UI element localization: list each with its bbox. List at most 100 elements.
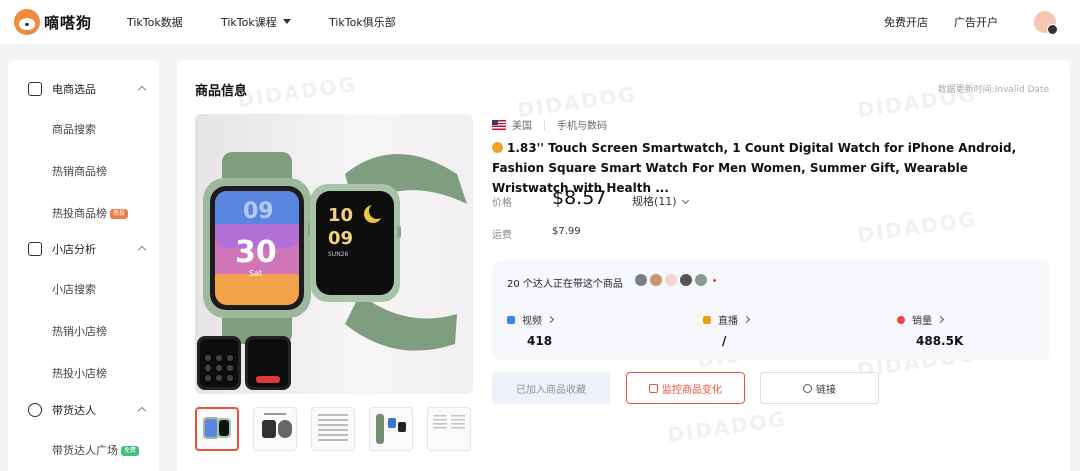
watch2-minute: 09 xyxy=(328,228,353,249)
monitor-product-button[interactable]: 监控商品变化 xyxy=(626,372,745,404)
spec-dropdown[interactable]: 规格(11) xyxy=(632,193,689,209)
nav-item-tiktok-data[interactable]: TikTok数据 xyxy=(127,14,183,30)
logo[interactable]: 嘀嗒狗 xyxy=(14,9,92,35)
nav-item-ad-account[interactable]: 广告开户 xyxy=(954,14,998,30)
sidebar: 电商选品 商品搜索 热销商品榜 热投商品榜 热投 小店分析 小店搜索 热销小店榜 … xyxy=(8,60,159,471)
sidebar-item-hot-ad-shops[interactable]: 热投小店榜 xyxy=(52,365,107,381)
sidebar-item-label: 热投商品榜 xyxy=(52,207,107,220)
sidebar-group-creators[interactable]: 带货达人 xyxy=(8,398,159,422)
sales-value: 488.5K xyxy=(916,334,964,348)
smartwatch-illustration: 09 30 Sat 10 09 SUN26 xyxy=(197,152,467,390)
nav-item-tiktok-club[interactable]: TikTok俱乐部 xyxy=(329,14,396,30)
watermark: DIDADOG xyxy=(665,406,789,448)
creator-avatar xyxy=(650,274,662,286)
video-icon xyxy=(507,315,515,324)
product-info-panel: DIDADOG DIDADOG DIDADOG DIDADOG DIDADOG … xyxy=(177,60,1070,471)
price-label: 价格 xyxy=(492,198,512,209)
cart-icon xyxy=(28,82,42,96)
product-image[interactable]: 09 30 Sat 10 09 SUN26 xyxy=(195,114,473,394)
manual-thumb-icon xyxy=(433,415,465,429)
watermark: DIDADOG xyxy=(855,206,979,248)
watch2-hour: 10 xyxy=(328,205,353,226)
live-stat-link[interactable]: 直播 xyxy=(703,312,751,327)
sidebar-item-hot-shops[interactable]: 热销小店榜 xyxy=(52,323,107,339)
hot-badge: 热投 xyxy=(110,209,129,219)
sidebar-item-shop-search[interactable]: 小店搜索 xyxy=(52,281,96,297)
coin-icon xyxy=(492,142,503,153)
creators-count: 20 个达人正在带这个商品 xyxy=(507,279,623,290)
nav-item-tiktok-course[interactable]: TikTok课程 xyxy=(221,14,291,30)
link-icon xyxy=(803,383,812,393)
more-indicator-icon xyxy=(713,278,716,282)
thumbnail-strip xyxy=(195,407,471,451)
chevron-down-icon xyxy=(681,196,689,205)
watch-thumb-icon xyxy=(203,417,231,439)
brand-name: 嘀嗒狗 xyxy=(44,13,93,32)
creator-avatar xyxy=(695,274,707,286)
chevron-up-icon xyxy=(137,406,147,416)
fire-icon xyxy=(897,315,905,324)
shop-icon xyxy=(28,242,42,256)
sales-stat-link[interactable]: 销量 xyxy=(897,312,945,327)
chevron-right-icon xyxy=(936,315,945,324)
chevron-right-icon xyxy=(546,315,555,324)
watch1-hour: 09 xyxy=(243,199,274,224)
shipping-value: $7.99 xyxy=(552,226,581,237)
thumbnail[interactable] xyxy=(311,407,355,451)
live-label: 直播 xyxy=(718,316,738,327)
divider xyxy=(544,119,545,130)
price-value: $8.57 xyxy=(552,187,607,209)
thumbnail[interactable] xyxy=(369,407,413,451)
sidebar-item-creator-square[interactable]: 带货达人广场 免费 xyxy=(52,442,140,458)
creator-avatar xyxy=(635,274,647,286)
spec-label: 规格(11) xyxy=(632,195,677,208)
region-label: 美国 xyxy=(512,121,532,132)
stats-card: 20 个达人正在带这个商品 视频 418 直播 / 销量 488.5K xyxy=(492,260,1050,360)
sidebar-group-ecommerce[interactable]: 电商选品 xyxy=(8,77,159,101)
video-label: 视频 xyxy=(522,316,542,327)
sidebar-item-product-search[interactable]: 商品搜索 xyxy=(52,121,96,137)
update-time: 数据更新时间:Invalid Date xyxy=(937,85,1049,95)
document-thumb-icon xyxy=(318,414,348,441)
chevron-up-icon xyxy=(137,85,147,95)
top-nav: 嘀嗒狗 TikTok数据 TikTok课程 TikTok俱乐部 免费开店 广告开… xyxy=(0,0,1080,44)
sidebar-group-shop[interactable]: 小店分析 xyxy=(8,237,159,261)
watch1-day: Sat xyxy=(249,269,262,278)
thumbnail[interactable] xyxy=(253,407,297,451)
watch-thumb-icon xyxy=(262,413,292,438)
video-value: 418 xyxy=(527,334,553,348)
sidebar-item-hot-sales[interactable]: 热销商品榜 xyxy=(52,163,107,179)
sidebar-item-label: 带货达人广场 xyxy=(52,444,118,457)
watch1-minute: 30 xyxy=(235,235,277,270)
sidebar-group-label: 电商选品 xyxy=(52,83,96,96)
category-label: 手机与数码 xyxy=(557,121,607,132)
nav-item-label: TikTok课程 xyxy=(221,16,277,29)
avatar[interactable] xyxy=(1034,11,1058,35)
link-label: 链接 xyxy=(816,384,836,396)
us-flag-icon xyxy=(492,119,506,130)
video-stat-link[interactable]: 视频 xyxy=(507,312,555,327)
thumbnail[interactable] xyxy=(427,407,471,451)
user-icon xyxy=(28,403,42,417)
creator-avatars[interactable] xyxy=(635,274,716,286)
sidebar-group-label: 带货达人 xyxy=(52,404,96,417)
watch2-date: SUN26 xyxy=(328,251,349,258)
nav-item-free-shop[interactable]: 免费开店 xyxy=(884,14,928,30)
live-icon xyxy=(703,315,711,324)
chevron-up-icon xyxy=(137,245,147,255)
monitor-icon xyxy=(649,383,658,393)
chevron-right-icon xyxy=(742,315,751,324)
sidebar-item-hot-ads[interactable]: 热投商品榜 热投 xyxy=(52,205,129,221)
creator-avatar xyxy=(680,274,692,286)
free-badge: 免费 xyxy=(121,446,140,456)
thumbnail[interactable] xyxy=(195,407,239,451)
creator-avatar xyxy=(665,274,677,286)
link-button[interactable]: 链接 xyxy=(760,372,879,404)
shipping-label: 运费 xyxy=(492,230,512,241)
favorited-button[interactable]: 已加入商品收藏 xyxy=(492,372,610,404)
monitor-label: 监控商品变化 xyxy=(662,384,722,396)
live-value: / xyxy=(722,334,727,348)
sales-label: 销量 xyxy=(912,316,932,327)
watermark: DIDADOG xyxy=(235,71,359,113)
sidebar-group-label: 小店分析 xyxy=(52,243,96,256)
